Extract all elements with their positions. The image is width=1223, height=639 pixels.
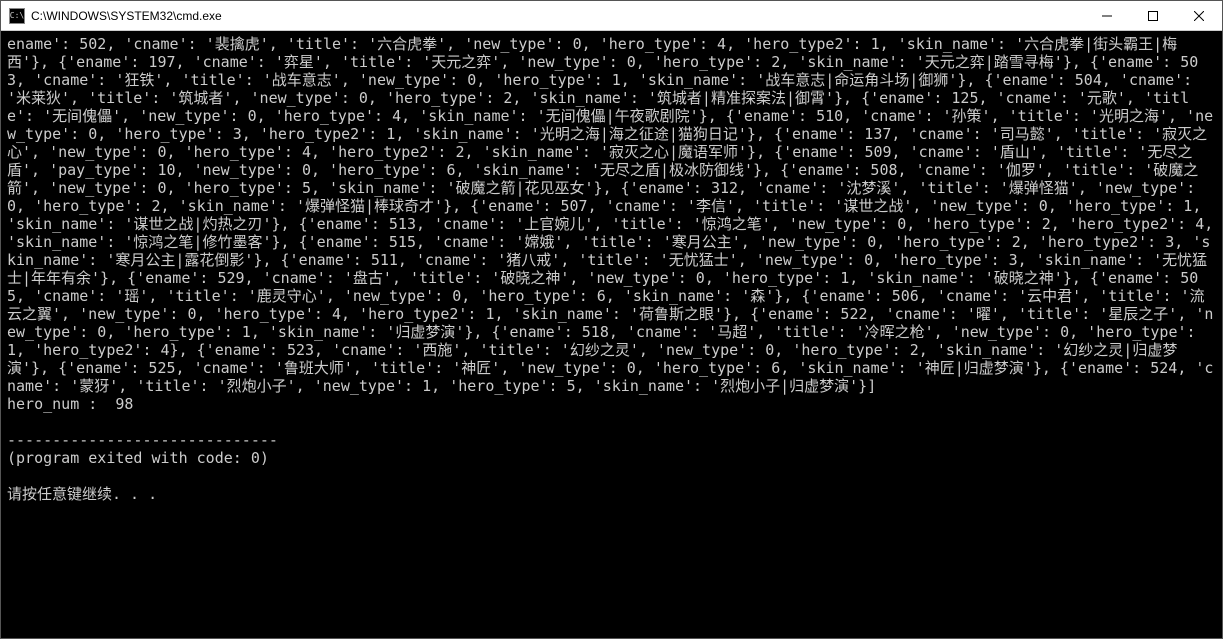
maximize-button[interactable] bbox=[1130, 1, 1176, 30]
titlebar[interactable]: C:\ C:\WINDOWS\SYSTEM32\cmd.exe bbox=[1, 1, 1222, 31]
separator-line: ------------------------------ bbox=[7, 431, 278, 449]
hero-num-line: hero_num : 98 bbox=[7, 395, 133, 413]
window-title: C:\WINDOWS\SYSTEM32\cmd.exe bbox=[31, 9, 1084, 23]
exit-code-line: (program exited with code: 0) bbox=[7, 449, 269, 467]
cmd-window: C:\ C:\WINDOWS\SYSTEM32\cmd.exe ename': … bbox=[0, 0, 1223, 639]
console-body: ename': 502, 'cname': '裴擒虎', 'title': '六… bbox=[7, 35, 1222, 395]
minimize-button[interactable] bbox=[1084, 1, 1130, 30]
window-controls bbox=[1084, 1, 1222, 30]
cmd-icon: C:\ bbox=[9, 8, 25, 24]
console-output[interactable]: ename': 502, 'cname': '裴擒虎', 'title': '六… bbox=[1, 31, 1222, 638]
close-button[interactable] bbox=[1176, 1, 1222, 30]
continue-prompt: 请按任意键继续. . . bbox=[7, 485, 157, 503]
